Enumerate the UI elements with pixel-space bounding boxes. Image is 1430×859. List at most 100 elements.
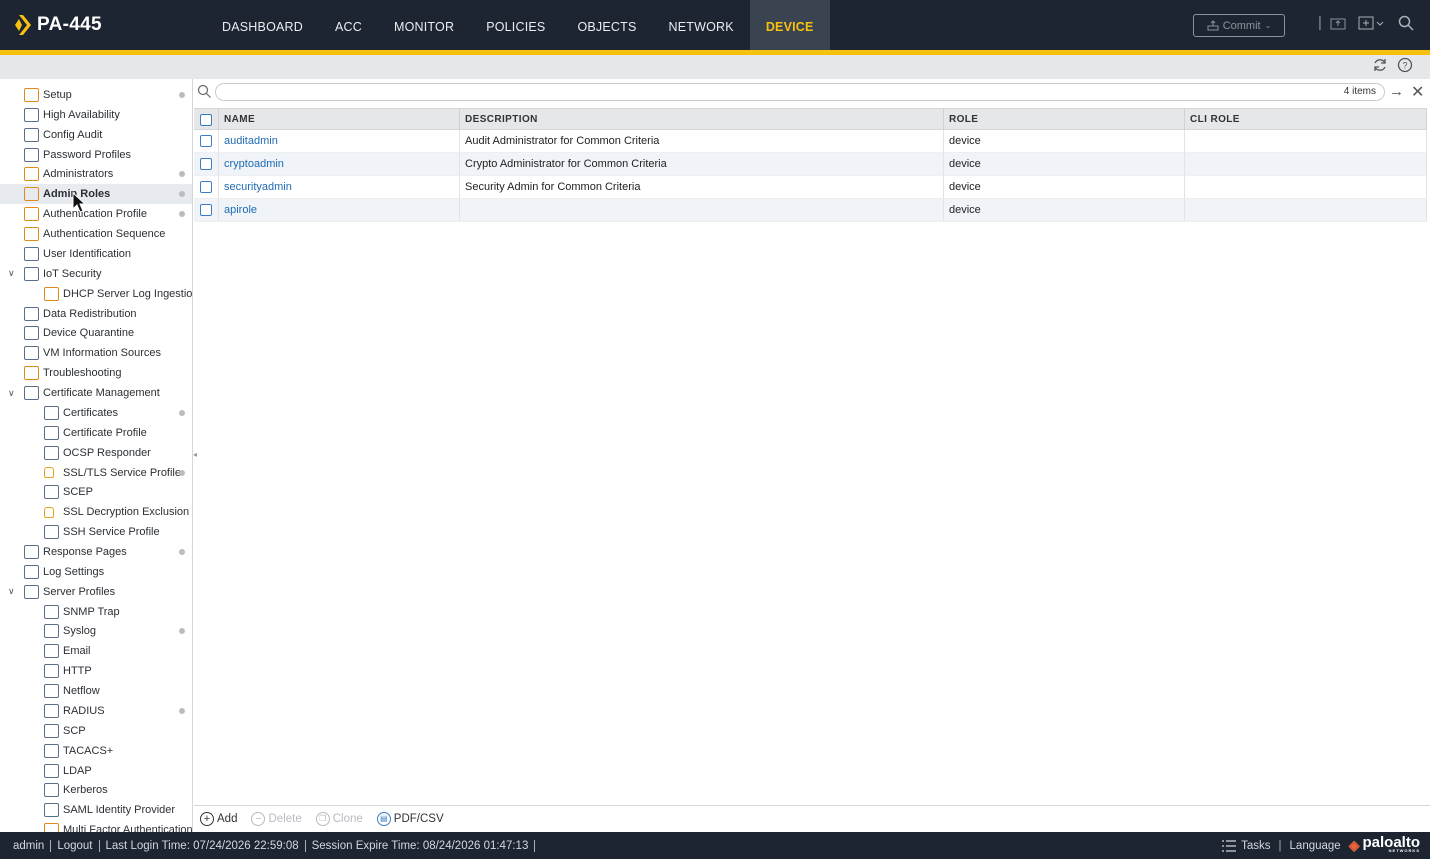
sidebar-item-authentication-sequence[interactable]: Authentication Sequence — [0, 224, 192, 244]
sidebar-item-authentication-profile[interactable]: Authentication Profile — [0, 204, 192, 224]
sidebar-item-ocsp-responder[interactable]: OCSP Responder — [0, 443, 192, 463]
row-checkbox[interactable] — [200, 181, 212, 193]
expand-chevron-icon[interactable]: ∨ — [8, 388, 15, 399]
sidebar-item-kerberos[interactable]: Kerberos — [0, 780, 192, 800]
sidebar-item-label: TACACS+ — [63, 744, 114, 757]
column-header-name[interactable]: NAME — [219, 109, 460, 130]
sidebar-item-http[interactable]: HTTP — [0, 661, 192, 681]
lock-icon — [44, 506, 54, 518]
tasks-button[interactable]: Tasks — [1221, 839, 1271, 853]
app-logo[interactable]: PA-445 — [12, 13, 102, 37]
tab-network[interactable]: NETWORK — [653, 0, 750, 50]
table-header: NAME DESCRIPTION ROLE CLI ROLE — [194, 108, 1427, 130]
sidebar-item-scp[interactable]: SCP — [0, 721, 192, 741]
chevron-down-icon: ⌄ — [1264, 21, 1272, 30]
sidebar-item-netflow[interactable]: Netflow — [0, 681, 192, 701]
clone-button[interactable]: ❐ Clone — [315, 812, 363, 826]
sidebar-item-multi-factor-authentication[interactable]: Multi Factor Authentication — [0, 820, 192, 832]
certificate-management-icon — [24, 386, 39, 401]
sidebar-item-password-profiles[interactable]: Password Profiles — [0, 145, 192, 165]
column-header-description[interactable]: DESCRIPTION — [460, 109, 944, 130]
brand-logo: ◈ paloalto NETWORKS — [1349, 834, 1420, 854]
sidebar-collapse-handle[interactable]: ◂ — [193, 450, 197, 464]
sidebar-item-setup[interactable]: Setup — [0, 85, 192, 105]
tab-objects[interactable]: OBJECTS — [561, 0, 652, 50]
tab-acc[interactable]: ACC — [319, 0, 378, 50]
lock-config-icon[interactable] — [1330, 15, 1346, 33]
sidebar-item-scep[interactable]: SCEP — [0, 482, 192, 502]
sidebar-item-ldap[interactable]: LDAP — [0, 761, 192, 781]
filter-input[interactable]: 4 items — [215, 83, 1385, 101]
delete-button[interactable]: − Delete — [251, 812, 302, 826]
column-header-cli-role[interactable]: CLI ROLE — [1185, 109, 1427, 130]
status-dot — [179, 409, 185, 416]
cell-name[interactable]: cryptoadmin — [219, 153, 460, 175]
cell-name[interactable]: apirole — [219, 199, 460, 221]
help-icon[interactable]: ? — [1396, 57, 1414, 75]
tab-device[interactable]: DEVICE — [749, 0, 830, 50]
sidebar-item-config-audit[interactable]: Config Audit — [0, 125, 192, 145]
sidebar-item-certificate-profile[interactable]: Certificate Profile — [0, 423, 192, 443]
sidebar-item-tacacs[interactable]: TACACS+ — [0, 741, 192, 761]
sidebar-item-response-pages[interactable]: Response Pages — [0, 542, 192, 562]
row-checkbox[interactable] — [200, 204, 212, 216]
sidebar-item-ssl-tls-service-profile[interactable]: SSL/TLS Service Profile — [0, 463, 192, 483]
sidebar-item-server-profiles[interactable]: ∨ Server Profiles — [0, 582, 192, 602]
cell-description: Crypto Administrator for Common Criteria — [460, 153, 944, 175]
sidebar-item-ssh-service-profile[interactable]: SSH Service Profile — [0, 522, 192, 542]
sidebar-item-certificate-management[interactable]: ∨ Certificate Management — [0, 383, 192, 403]
search-icon — [197, 84, 211, 101]
table-row[interactable]: securityadmin Security Admin for Common C… — [194, 176, 1427, 199]
table-row[interactable]: auditadmin Audit Administrator for Common… — [194, 130, 1427, 153]
column-header-role[interactable]: ROLE — [944, 109, 1185, 130]
row-checkbox[interactable] — [200, 158, 212, 170]
sidebar-item-log-settings[interactable]: Log Settings — [0, 562, 192, 582]
brand-name: paloalto — [1362, 834, 1420, 851]
sidebar-item-iot-security[interactable]: ∨ IoT Security — [0, 264, 192, 284]
add-button[interactable]: + Add — [200, 812, 237, 826]
cell-name[interactable]: securityadmin — [219, 176, 460, 198]
tab-monitor[interactable]: MONITOR — [378, 0, 470, 50]
table-row[interactable]: apirole device — [194, 199, 1427, 222]
sidebar-item-dhcp-server-log-ingestion[interactable]: DHCP Server Log Ingestion — [0, 284, 192, 304]
sidebar-item-data-redistribution[interactable]: Data Redistribution — [0, 304, 192, 324]
language-link[interactable]: Language — [1290, 840, 1341, 852]
config-save-icon[interactable] — [1358, 15, 1384, 33]
sidebar-item-label: Netflow — [63, 685, 100, 698]
row-checkbox[interactable] — [200, 135, 212, 147]
sidebar-item-vm-information-sources[interactable]: VM Information Sources — [0, 343, 192, 363]
select-all-checkbox[interactable] — [200, 114, 212, 126]
pdf-csv-button[interactable]: ▤ PDF/CSV — [376, 812, 444, 826]
expand-chevron-icon[interactable]: ∨ — [8, 268, 15, 279]
apply-filter-icon[interactable]: → — [1389, 83, 1404, 100]
pdf-csv-label: PDF/CSV — [393, 813, 444, 825]
search-icon[interactable] — [1398, 15, 1414, 34]
expand-chevron-icon[interactable]: ∨ — [8, 586, 15, 597]
sidebar-item-ssl-decryption-exclusion[interactable]: SSL Decryption Exclusion — [0, 502, 192, 522]
status-bar: admin Logout Last Login Time: 07/24/2026… — [0, 832, 1430, 859]
table-row[interactable]: cryptoadmin Crypto Administrator for Comm… — [194, 153, 1427, 176]
sidebar-item-certificates[interactable]: Certificates — [0, 403, 192, 423]
logout-link[interactable]: Logout — [51, 839, 100, 852]
commit-button[interactable]: Commit ⌄ — [1193, 14, 1285, 37]
sidebar-item-email[interactable]: Email — [0, 641, 192, 661]
cell-description — [460, 199, 944, 221]
tab-dashboard[interactable]: DASHBOARD — [206, 0, 319, 50]
sidebar-item-device-quarantine[interactable]: Device Quarantine — [0, 323, 192, 343]
sidebar-item-admin-roles[interactable]: Admin Roles — [0, 184, 192, 205]
cell-name[interactable]: auditadmin — [219, 130, 460, 152]
sidebar-item-syslog[interactable]: Syslog — [0, 621, 192, 641]
syslog-icon — [44, 624, 59, 639]
tab-policies[interactable]: POLICIES — [470, 0, 561, 50]
sidebar-item-snmp-trap[interactable]: SNMP Trap — [0, 602, 192, 622]
refresh-icon[interactable] — [1371, 57, 1389, 75]
sidebar-item-administrators[interactable]: Administrators — [0, 164, 192, 184]
clear-filter-icon[interactable]: ✕ — [1411, 82, 1424, 102]
svg-text:?: ? — [1402, 61, 1407, 71]
sidebar-item-troubleshooting[interactable]: Troubleshooting — [0, 363, 192, 383]
sidebar-item-saml-identity-provider[interactable]: SAML Identity Provider — [0, 800, 192, 820]
sidebar-item-high-availability[interactable]: High Availability — [0, 105, 192, 125]
sidebar-item-user-identification[interactable]: User Identification — [0, 244, 192, 264]
kerberos-icon — [44, 783, 59, 798]
sidebar-item-radius[interactable]: RADIUS — [0, 701, 192, 721]
